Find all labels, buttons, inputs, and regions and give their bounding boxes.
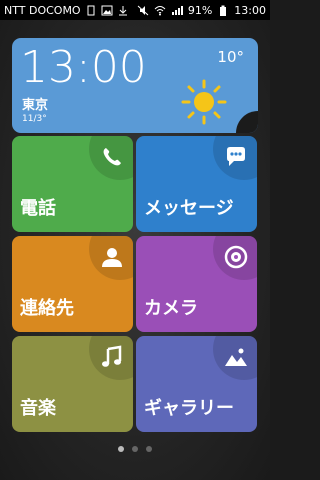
music-icon [99, 344, 125, 370]
page-indicator [0, 446, 270, 458]
clock-weather-widget[interactable]: 13:00 東京 11/3° 10° [12, 38, 258, 133]
tile-label: 電話 [20, 198, 56, 219]
page-dot[interactable] [132, 446, 138, 452]
contact-icon [99, 244, 125, 270]
chat-icon [223, 144, 249, 170]
sim-icon [85, 5, 97, 16]
sun-icon [180, 78, 228, 126]
widget-corner [236, 111, 258, 133]
tile-label: 音楽 [20, 398, 56, 419]
tile-label: メッセージ [144, 198, 234, 219]
tile-label: ギャラリー [144, 398, 234, 419]
status-time: 13:00 [234, 3, 266, 17]
signal-icon [171, 5, 183, 16]
tile-phone[interactable]: 電話 [12, 136, 133, 232]
phone-icon [99, 144, 125, 170]
home-screen: 13:00 東京 11/3° 10° 電話 メッセージ 連絡先 カメラ 音楽 ギ… [0, 20, 270, 480]
page-dot[interactable] [118, 446, 124, 452]
tile-messages[interactable]: メッセージ [136, 136, 257, 232]
tile-label: 連絡先 [20, 298, 74, 319]
download-icon [117, 5, 129, 16]
status-bar: NTT DOCOMO 91% 13:00 [0, 0, 270, 20]
mute-icon [137, 5, 149, 16]
tile-camera[interactable]: カメラ [136, 236, 257, 332]
widget-date: 11/3° [22, 114, 47, 124]
battery-percent: 91% [187, 3, 213, 17]
camera-icon [223, 244, 249, 270]
widget-city: 東京 [22, 98, 49, 113]
tile-music[interactable]: 音楽 [12, 336, 133, 432]
gallery-icon [223, 344, 249, 370]
tile-gallery[interactable]: ギャラリー [136, 336, 257, 432]
battery-icon [217, 5, 229, 16]
wifi-icon [154, 5, 166, 16]
carrier-label: NTT DOCOMO [4, 3, 81, 17]
tile-contacts[interactable]: 連絡先 [12, 236, 133, 332]
page-dot[interactable] [146, 446, 152, 452]
tile-label: カメラ [144, 298, 198, 319]
widget-temperature: 10° [217, 48, 244, 66]
widget-time: 13:00 [20, 42, 147, 93]
image-notification-icon [101, 5, 113, 16]
